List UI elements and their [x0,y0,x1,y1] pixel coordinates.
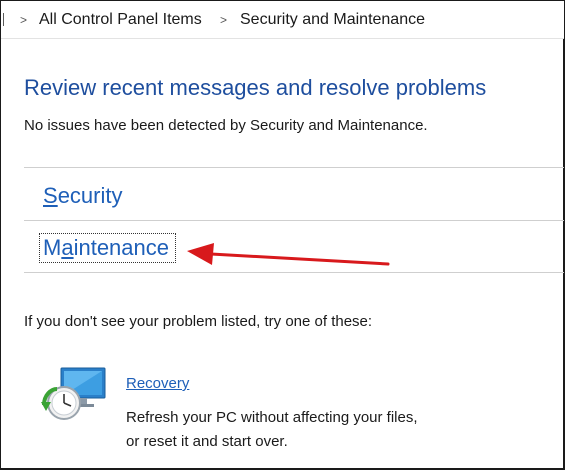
recovery-link[interactable]: Recovery [126,375,189,393]
recovery-description: Refresh your PC without affecting your f… [126,409,418,450]
recovery-icon [41,367,106,420]
window-frame: > All Control Panel Items > Security and… [0,0,565,470]
try-these-prompt: If you don't see your problem listed, tr… [24,313,373,330]
